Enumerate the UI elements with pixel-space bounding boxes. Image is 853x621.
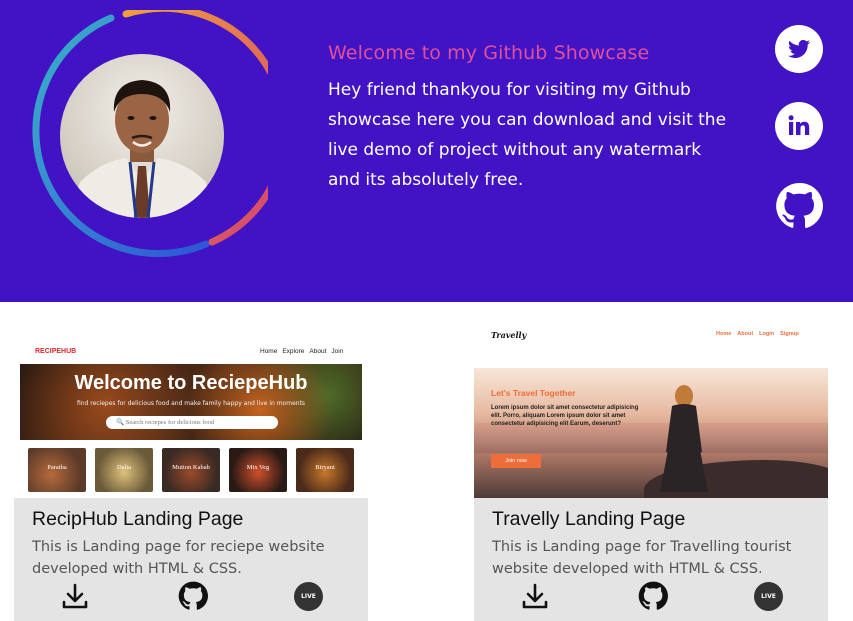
download-button[interactable] <box>519 580 551 612</box>
preview-thumb: Biryani <box>296 448 354 492</box>
preview-search: 🔍 Search reciepes for delicious food <box>106 416 278 429</box>
github-icon <box>638 581 668 610</box>
preview-thumb-label: Biryani <box>315 464 335 471</box>
download-icon <box>522 583 548 609</box>
project-card-reciphub: RECIPEHUB Home Explore About Join Welcome t… <box>14 318 368 621</box>
preview-headline: Welcome to ReciepeHub <box>74 372 308 394</box>
welcome-heading: Welcome to my Github Showcase <box>328 42 650 64</box>
live-demo-button[interactable]: LIVE <box>294 582 323 611</box>
preview-nav-item: Signup <box>780 331 799 337</box>
card-actions: LIVE <box>14 580 368 616</box>
preview-nav-item: Explore <box>282 348 305 355</box>
preview-nav-item: About <box>309 348 327 355</box>
preview-nav: Home Explore About Join <box>260 348 348 355</box>
preview-nav-item: Join <box>331 348 344 355</box>
preview-tagline: Let's Travel Together <box>491 388 576 398</box>
preview-nav-item: Home <box>260 348 278 355</box>
preview-nav-item: Home <box>716 331 732 337</box>
github-icon <box>178 581 208 610</box>
download-button[interactable] <box>59 580 91 612</box>
hero-section: Welcome to my Github Showcase Hey friend… <box>0 0 853 302</box>
github-icon <box>776 182 823 229</box>
profile-photo <box>60 54 224 218</box>
card-actions: LIVE <box>474 580 828 616</box>
preview-nav: Home About Login Signup <box>716 331 805 337</box>
live-demo-button[interactable]: LIVE <box>754 582 783 611</box>
preview-thumb: Dalia <box>95 448 153 492</box>
card-title: Travelly Landing Page <box>492 508 686 530</box>
preview-join-button: Join now <box>491 454 541 468</box>
card-description: This is Landing page for reciepe website… <box>32 539 325 577</box>
github-link[interactable] <box>775 182 823 230</box>
source-code-button[interactable] <box>637 580 669 612</box>
twitter-link[interactable] <box>775 25 823 73</box>
preview-logo: Travelly <box>491 330 527 340</box>
preview-thumb-label: Mutton Kabab <box>172 464 210 471</box>
project-preview-travelly[interactable]: Travelly Home About Login Signup Let's Trav… <box>474 318 828 498</box>
twitter-icon <box>788 39 810 58</box>
preview-hero: Welcome to ReciepeHub find reciepes for … <box>20 364 362 440</box>
preview-nav-item: Login <box>759 331 775 337</box>
preview-header: Travelly Home About Login Signup <box>474 318 828 368</box>
avatar <box>16 10 268 262</box>
project-preview-reciphub[interactable]: RECIPEHUB Home Explore About Join Welcome t… <box>14 318 368 498</box>
linkedin-icon <box>788 115 810 135</box>
preview-thumb: Mutton Kabab <box>162 448 220 492</box>
preview-lorem: Lorem ipsum dolor sit amet consectetur a… <box>491 405 639 427</box>
preview-thumb-label: Dalia <box>116 464 132 471</box>
preview-thumb: Paratha <box>28 448 86 492</box>
intro-text: Hey friend thankyou for visiting my Gith… <box>328 80 727 190</box>
preview-search-placeholder: Search reciepes for delicious food <box>125 419 215 426</box>
preview-logo: RECIPEHUB <box>35 348 77 355</box>
preview-thumb-label: Paratha <box>47 464 67 471</box>
preview-nav-item: About <box>737 331 754 337</box>
preview-thumb-label: Mix Veg <box>246 464 270 471</box>
preview-thumb: Mix Veg <box>229 448 287 492</box>
source-code-button[interactable] <box>177 580 209 612</box>
preview-traveler <box>660 385 708 492</box>
download-icon <box>62 583 88 609</box>
project-card-travelly: Travelly Home About Login Signup Let's Trav… <box>474 318 828 621</box>
linkedin-link[interactable] <box>775 102 823 150</box>
card-description: This is Landing page for Travelling tour… <box>492 539 792 577</box>
preview-subline: find reciepes for delicious food and mak… <box>76 400 306 407</box>
card-title: RecipHub Landing Page <box>32 508 244 530</box>
